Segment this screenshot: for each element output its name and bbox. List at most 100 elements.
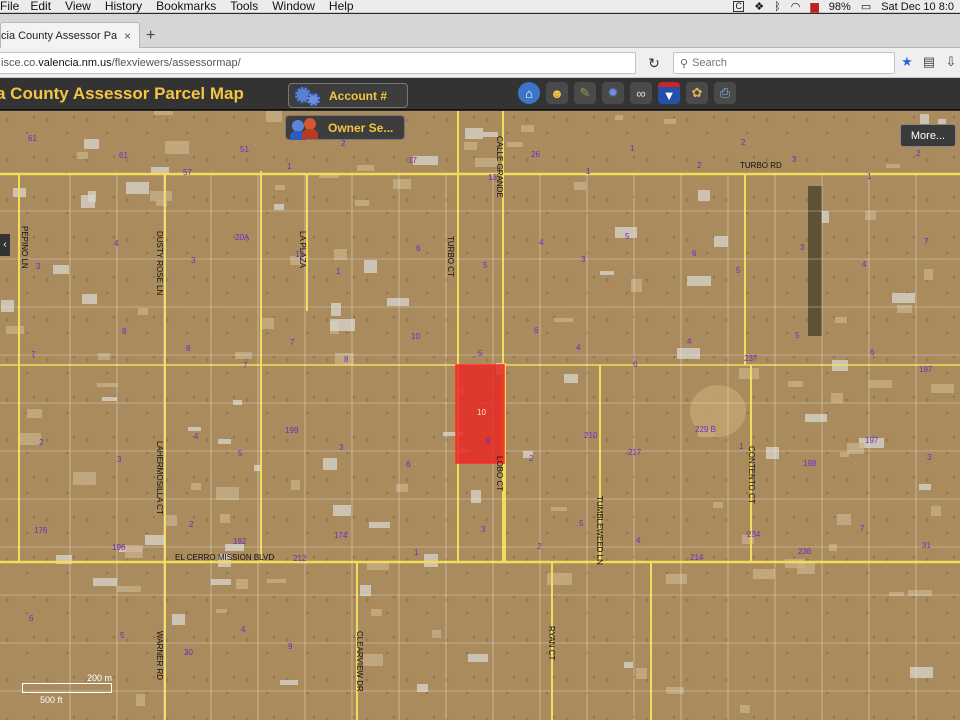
building — [471, 490, 481, 503]
menu-file[interactable]: File — [0, 0, 30, 13]
reload-icon[interactable]: ↻ — [642, 52, 666, 74]
building — [53, 265, 69, 274]
search-icon: ⚲ — [680, 57, 689, 70]
road-label: CLEARVIEW DR — [355, 631, 364, 692]
menu-window[interactable]: Window — [272, 0, 329, 13]
building — [27, 409, 42, 418]
status-c-icon[interactable]: C — [733, 1, 745, 12]
more-button[interactable]: More... — [900, 124, 956, 147]
interstate-shield-icon[interactable]: ▼ — [658, 82, 680, 104]
building — [465, 128, 483, 139]
measure-icon[interactable]: ✎ — [574, 82, 596, 104]
battery-icon[interactable]: ▭ — [861, 0, 871, 13]
building — [165, 141, 189, 154]
url-bar[interactable]: isce.co. valencia.nm.us/flexviewers/asses… — [0, 52, 636, 74]
print-icon[interactable]: ⎙ — [714, 82, 736, 104]
building — [387, 298, 409, 306]
parcel-number: 4 — [576, 343, 581, 352]
search-box[interactable]: ⚲ — [673, 52, 895, 74]
parcel-number: 2 — [916, 149, 921, 158]
building — [805, 414, 827, 422]
parcel-number: 5 — [238, 449, 243, 458]
binoculars-icon[interactable]: ∞ — [630, 82, 652, 104]
toolbar-icons: ★ ▤ ⇩ — [900, 54, 958, 70]
palette-icon[interactable]: ✿ — [686, 82, 708, 104]
building — [126, 182, 149, 194]
menu-bookmarks[interactable]: Bookmarks — [156, 0, 230, 13]
parcel-number: 6 — [406, 460, 411, 469]
building — [371, 609, 382, 616]
parcel-number: 13 — [488, 173, 497, 182]
menu-help[interactable]: Help — [329, 0, 365, 13]
parcel-number: 7 — [31, 350, 36, 359]
parcel-number: 31 — [922, 541, 931, 550]
parcel-number: 174 — [334, 531, 348, 540]
selected-parcel-number: 10 — [477, 408, 486, 417]
building — [355, 200, 369, 206]
parcel-number: 212 — [293, 554, 307, 563]
parcel-number: 8 — [122, 327, 127, 336]
parcel-number: 2 — [529, 454, 534, 463]
account-search-button[interactable]: Account # — [288, 83, 408, 108]
building — [897, 305, 912, 313]
building — [910, 667, 933, 678]
map-scale-bar: 200 m 500 ft — [22, 673, 112, 705]
parcel-number: 1 — [586, 167, 591, 176]
owner-search-button[interactable]: Owner Se... — [285, 115, 405, 140]
parcel-number: 61 — [119, 151, 128, 160]
building — [216, 609, 227, 613]
building — [117, 586, 141, 592]
dropbox-icon[interactable]: ❖ — [754, 0, 764, 13]
aerial-parcel-map[interactable]: 10 TURBO RD PEPINO LN DUSTY ROSE LN LA PLAZ… — [0, 111, 960, 720]
tab-close-icon[interactable]: × — [124, 29, 131, 43]
building — [1, 300, 14, 312]
building — [739, 368, 759, 379]
building — [886, 164, 900, 168]
search-input[interactable] — [692, 57, 883, 69]
parcel-number: 6 — [534, 326, 539, 335]
parcel-number: 4 — [114, 239, 119, 248]
building — [97, 383, 118, 387]
parcel-number: 196 — [112, 543, 126, 552]
building — [829, 544, 837, 551]
bookmark-star-icon[interactable]: ★ — [900, 54, 914, 70]
building — [154, 111, 173, 115]
parcel-number: 9 — [288, 642, 293, 651]
pan-left-button[interactable]: ‹ — [0, 234, 10, 256]
menu-tools[interactable]: Tools — [230, 0, 272, 13]
clock[interactable]: Sat Dec 10 8:0 — [881, 1, 954, 13]
menu-edit[interactable]: Edit — [30, 0, 65, 13]
parcel-number: 3 — [117, 455, 122, 464]
browser-tab[interactable]: cia County Assessor Parc... × — [0, 22, 140, 48]
building — [714, 236, 728, 247]
menu-view[interactable]: View — [65, 0, 105, 13]
parcel-number: 197 — [919, 365, 933, 374]
map-canvas[interactable]: 10 TURBO RDPEPINO LN DUSTY ROSE LN LA PLAZ… — [0, 111, 960, 720]
new-tab-button[interactable]: + — [146, 28, 155, 44]
home-icon[interactable]: ⌂ — [518, 82, 540, 104]
road-label: CONTENTO CT — [747, 446, 756, 504]
wifi-icon[interactable]: ◠ — [791, 0, 801, 13]
building — [364, 260, 377, 273]
parcel-number: 197 — [865, 436, 879, 445]
settings-gears-icon[interactable]: ✹ — [602, 82, 624, 104]
parcel-number: 4 — [539, 238, 544, 247]
building — [19, 433, 41, 445]
download-icon[interactable]: ⇩ — [944, 54, 958, 70]
building — [150, 191, 172, 201]
parcel-number: 2 — [697, 161, 702, 170]
building — [211, 579, 231, 585]
reading-list-icon[interactable]: ▤ — [922, 54, 936, 70]
building — [574, 182, 586, 190]
building — [84, 139, 99, 149]
building — [363, 654, 383, 666]
menu-history[interactable]: History — [105, 0, 156, 13]
layers-users-icon[interactable]: ☻ — [546, 82, 568, 104]
parcel-number: 1 — [336, 267, 341, 276]
building — [188, 427, 201, 431]
building — [220, 514, 230, 523]
bluetooth-icon[interactable]: ᛒ — [774, 1, 781, 13]
building — [330, 319, 355, 331]
flag-icon[interactable]: ▆ — [810, 0, 818, 13]
building — [369, 522, 390, 528]
